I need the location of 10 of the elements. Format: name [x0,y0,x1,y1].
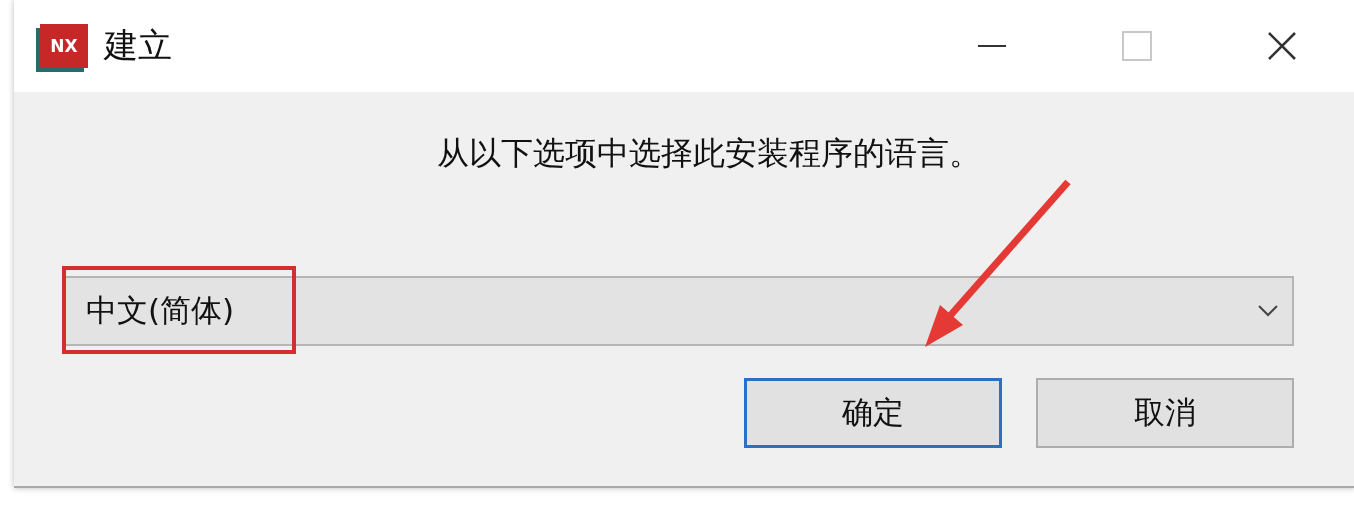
minimize-icon [977,45,1006,47]
prompt-text: 从以下选项中选择此安装程序的语言。 [436,133,982,174]
close-icon [1266,31,1297,61]
chevron-down-icon [1258,305,1278,317]
ok-button[interactable]: 确定 [744,378,1002,448]
selected-language: 中文(简体) [86,291,236,330]
language-dropdown[interactable]: 中文(简体) [64,276,1294,346]
cancel-button[interactable]: 取消 [1036,378,1294,448]
window-title: 建立 [104,24,173,67]
maximize-icon [1121,31,1152,61]
